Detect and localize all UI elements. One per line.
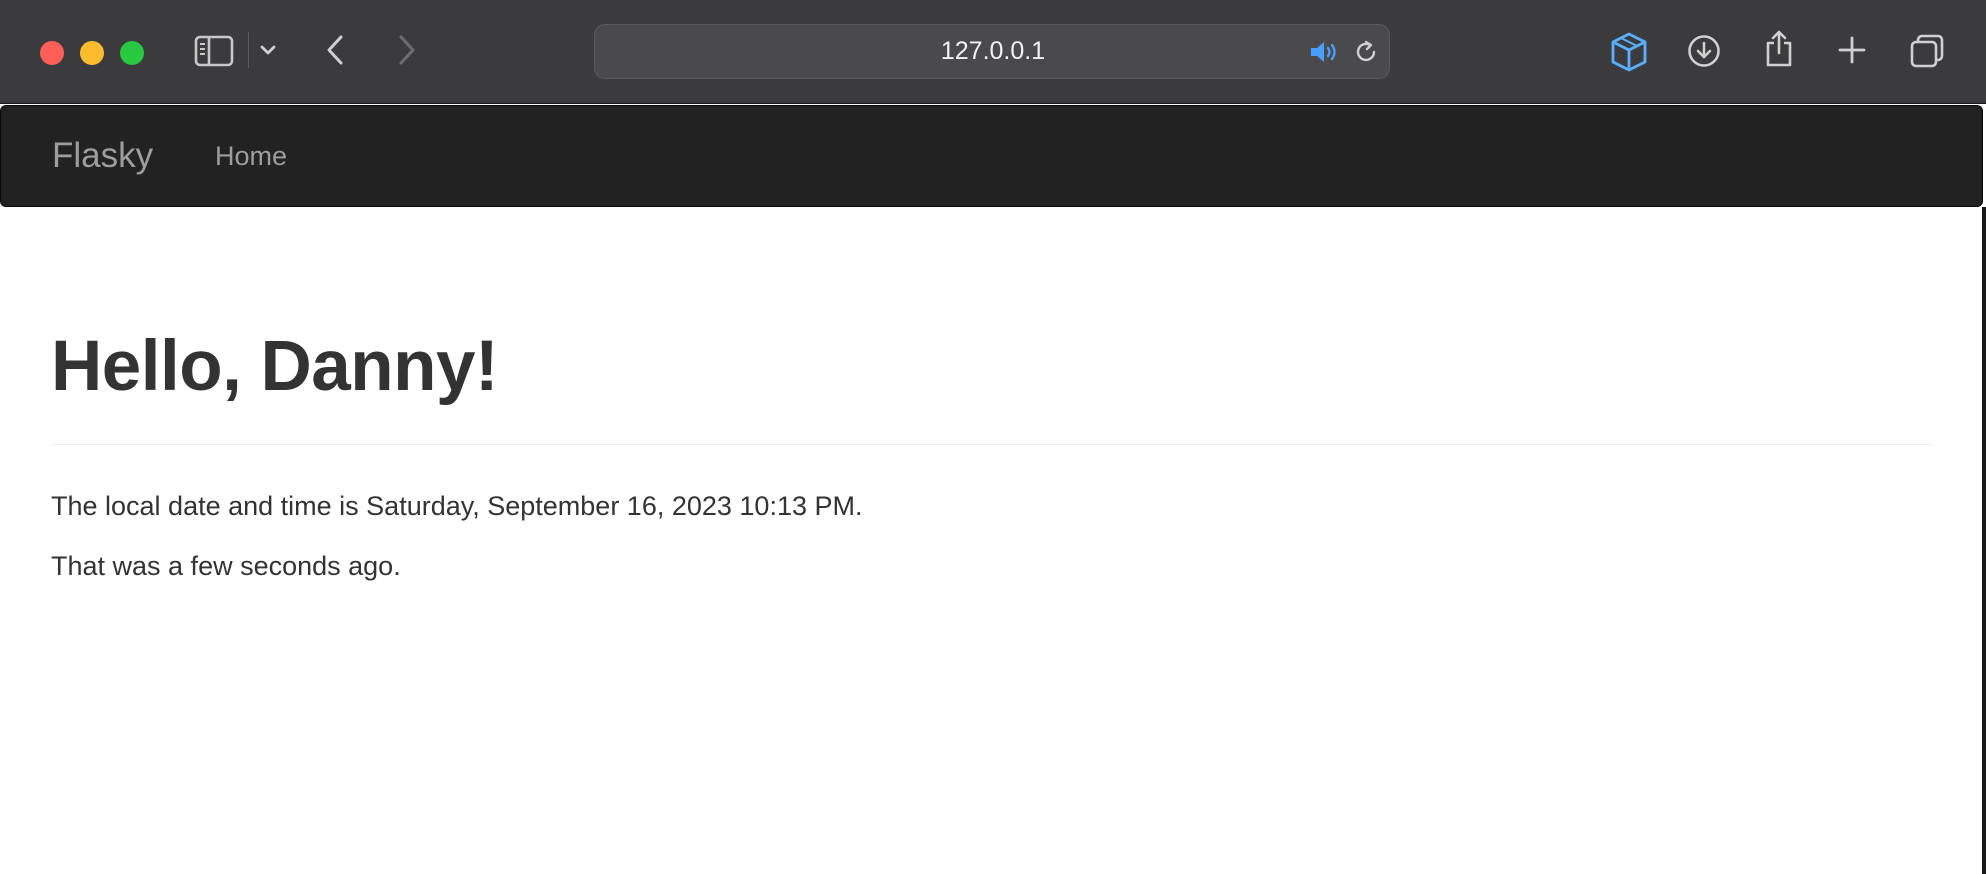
tab-overview-icon[interactable] bbox=[1908, 32, 1946, 70]
address-bar[interactable]: 127.0.0.1 bbox=[594, 24, 1390, 79]
chevron-left-icon[interactable] bbox=[322, 32, 348, 68]
zoom-window-button[interactable] bbox=[120, 41, 144, 65]
speaker-icon[interactable] bbox=[1308, 38, 1340, 66]
page-header-divider bbox=[51, 444, 1931, 445]
download-icon[interactable] bbox=[1686, 33, 1722, 69]
reload-icon[interactable] bbox=[1352, 38, 1380, 66]
address-text: 127.0.0.1 bbox=[940, 37, 1046, 65]
toolbar-divider bbox=[248, 32, 249, 68]
datetime-text: The local date and time is Saturday, Sep… bbox=[51, 491, 863, 521]
browser-toolbar: 127.0.0.1 bbox=[0, 0, 1986, 104]
navbar: Flasky Home bbox=[0, 105, 1983, 207]
nav-link-home[interactable]: Home bbox=[215, 106, 287, 206]
chevron-down-icon[interactable] bbox=[258, 40, 278, 60]
cube-icon[interactable] bbox=[1608, 30, 1650, 74]
window-edge bbox=[1982, 207, 1986, 874]
sidebar-icon[interactable] bbox=[194, 33, 234, 69]
close-window-button[interactable] bbox=[40, 41, 64, 65]
page-title: Hello, Danny! bbox=[51, 327, 499, 406]
chevron-right-icon[interactable] bbox=[394, 32, 420, 68]
plus-icon[interactable] bbox=[1836, 34, 1868, 66]
relative-time-text: That was a few seconds ago. bbox=[51, 551, 401, 581]
navbar-brand[interactable]: Flasky bbox=[52, 106, 153, 206]
minimize-window-button[interactable] bbox=[80, 41, 104, 65]
share-icon[interactable] bbox=[1762, 28, 1796, 70]
